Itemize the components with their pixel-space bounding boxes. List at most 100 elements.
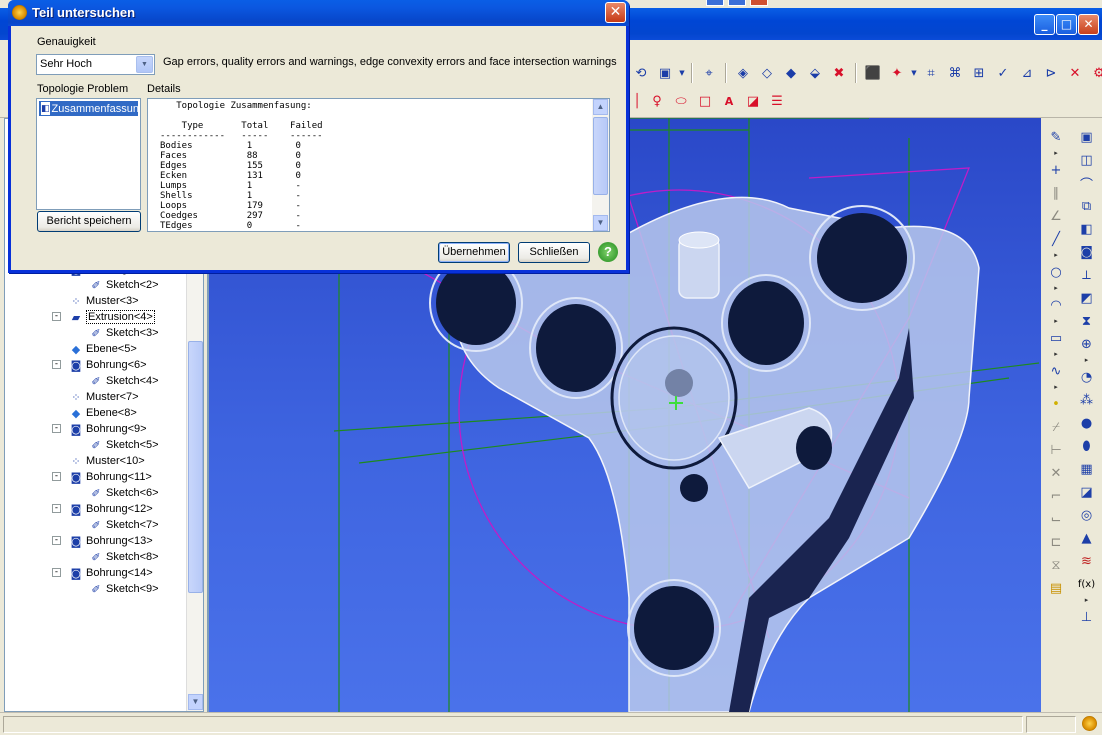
revolve-icon[interactable]: ◫ xyxy=(1076,149,1098,171)
hole-tool-icon[interactable]: ◙ xyxy=(1076,241,1098,263)
tree-item[interactable]: ◙ Bohrung<9> xyxy=(69,421,147,437)
line-style-icon[interactable]: ☰ xyxy=(766,90,788,112)
plus-icon[interactable]: + xyxy=(1045,159,1067,181)
tree-collapse-toggle[interactable]: - xyxy=(52,472,61,481)
tree-item[interactable]: ◙ Bohrung<11> xyxy=(69,469,152,485)
arc-icon[interactable]: ◠ xyxy=(1045,294,1067,316)
tree-item[interactable]: ◆ Ebene<8> xyxy=(69,405,137,421)
fill-icon[interactable]: ◪ xyxy=(742,90,764,112)
view-normal-icon[interactable]: ✖ xyxy=(828,62,850,84)
tree-item[interactable]: ✐ Sketch<8> xyxy=(89,549,158,565)
dimension-icon[interactable]: ⊢ xyxy=(1045,439,1067,461)
sketch-pin-icon[interactable]: ♀ xyxy=(646,90,668,112)
chamfer-icon[interactable]: ⌙ xyxy=(1045,508,1067,530)
cone-icon[interactable]: ▲ xyxy=(1076,527,1098,549)
topology-problem-list[interactable]: ◧ Zusammenfassun xyxy=(36,98,141,210)
tree-item[interactable]: ⁘ Muster<10> xyxy=(69,453,144,469)
cross-icon[interactable]: ✕ xyxy=(1045,462,1067,484)
details-textbox[interactable]: Topologie Zusammenfasung: Type Total Fai… xyxy=(147,98,610,232)
expand-arrow-icon[interactable]: ▸ xyxy=(1054,383,1058,392)
tree-collapse-toggle[interactable]: - xyxy=(52,536,61,545)
list-item[interactable]: ◧ Zusammenfassun xyxy=(39,101,138,116)
tree-item[interactable]: ✐ Sketch<3> xyxy=(89,325,158,341)
loft-icon[interactable]: ⧉ xyxy=(1076,195,1098,217)
tree-collapse-toggle[interactable]: - xyxy=(52,424,61,433)
rectangle-tool-icon[interactable]: ▭ xyxy=(1045,327,1067,349)
view-iso-icon[interactable]: ⬙ xyxy=(804,62,826,84)
spline-icon[interactable]: ∿ xyxy=(1045,360,1067,382)
dialog-close-button[interactable]: ✕ xyxy=(605,2,626,23)
chevron-down-icon[interactable]: ▼ xyxy=(136,56,153,73)
fillet-feature-icon[interactable]: ◔ xyxy=(1076,366,1098,388)
tree-item[interactable]: ✐ Sketch<9> xyxy=(89,581,158,597)
shell-icon[interactable]: ◧ xyxy=(1076,218,1098,240)
save-report-button[interactable]: Bericht speichern xyxy=(37,211,141,232)
tree-item[interactable]: ✐ Sketch<2> xyxy=(89,277,158,293)
minimize-button[interactable]: _ xyxy=(1034,14,1055,35)
fillet-icon[interactable]: ⌐ xyxy=(1045,485,1067,507)
scroll-down-arrow-icon[interactable]: ▼ xyxy=(593,215,608,231)
tree-item[interactable]: ◙ Bohrung<13> xyxy=(69,533,153,549)
section-icon[interactable]: ⌘ xyxy=(944,62,966,84)
tree-item[interactable]: ⁘ Muster<3> xyxy=(69,293,138,309)
wedge-icon[interactable]: ◪ xyxy=(1076,481,1098,503)
tree-collapse-toggle[interactable]: - xyxy=(52,312,61,321)
background-minimize-button[interactable] xyxy=(706,0,724,6)
draft-icon[interactable]: ◩ xyxy=(1076,287,1098,309)
edge-icon[interactable]: ⊿ xyxy=(1016,62,1038,84)
boolean-icon[interactable]: ⊕ xyxy=(1076,333,1098,355)
cylinder-icon[interactable]: ⬮ xyxy=(1076,435,1098,457)
angle-icon[interactable]: ∠ xyxy=(1045,205,1067,227)
analyze-icon[interactable]: ⊞ xyxy=(968,62,990,84)
fit-view-icon[interactable]: ⌖ xyxy=(698,62,720,84)
tree-item[interactable]: ⁘ Muster<7> xyxy=(69,389,138,405)
tree-collapse-toggle[interactable]: - xyxy=(52,360,61,369)
expand-arrow-icon[interactable]: ▸ xyxy=(1054,251,1058,260)
expand-arrow-icon[interactable]: ▸ xyxy=(1054,284,1058,293)
details-scrollbar[interactable]: ▲ ▼ xyxy=(592,99,609,231)
expand-arrow-icon[interactable]: ▸ xyxy=(1054,149,1058,158)
text-icon[interactable]: A xyxy=(718,90,740,112)
dropdown-arrow-icon[interactable]: ▼ xyxy=(910,62,918,84)
apply-button[interactable]: Übernehmen xyxy=(438,242,510,263)
function-icon[interactable]: f(x) xyxy=(1076,573,1098,595)
select-icon[interactable]: ⊳ xyxy=(1040,62,1062,84)
accuracy-dropdown[interactable]: Sehr Hoch ▼ xyxy=(36,54,155,75)
expand-arrow-icon[interactable]: ▸ xyxy=(1085,596,1089,605)
point-icon[interactable]: • xyxy=(1045,393,1067,415)
scroll-down-arrow-icon[interactable]: ▼ xyxy=(188,694,203,710)
box-icon[interactable]: ▦ xyxy=(1076,458,1098,480)
render-mode-icon[interactable]: ▣ xyxy=(654,62,676,84)
trim-icon[interactable]: ⌿ xyxy=(1045,416,1067,438)
dropdown-arrow-icon[interactable]: ▼ xyxy=(678,62,686,84)
help-icon[interactable]: ? xyxy=(598,242,618,262)
measure-icon[interactable]: ⌗ xyxy=(920,62,942,84)
sketch-pencil-icon[interactable]: ✎ xyxy=(1045,126,1067,148)
tree-collapse-toggle[interactable]: - xyxy=(52,504,61,513)
line-icon[interactable]: ╱ xyxy=(1045,228,1067,250)
tree-item[interactable]: ▰ Extrusion<4> xyxy=(69,309,155,325)
mirror-icon[interactable]: ⧖ xyxy=(1045,554,1067,576)
measure-tool-icon[interactable]: ⊥ xyxy=(1076,606,1098,628)
extrude-icon[interactable]: ▣ xyxy=(1076,126,1098,148)
shaded-cube-icon[interactable]: ⬛ xyxy=(862,62,884,84)
dialog-title-bar[interactable]: Teil untersuchen ✕ xyxy=(8,0,629,26)
tree-item[interactable]: ◆ Ebene<5> xyxy=(69,341,137,357)
background-close-button[interactable] xyxy=(750,0,768,6)
tree-item[interactable]: ✐ Sketch<5> xyxy=(89,437,158,453)
appearance-icon[interactable]: ✦ xyxy=(886,62,908,84)
pattern-feature-icon[interactable]: ⁂ xyxy=(1076,389,1098,411)
close-button[interactable]: ✕ xyxy=(1078,14,1099,35)
offset-icon[interactable]: ⊏ xyxy=(1045,531,1067,553)
tree-item[interactable]: ◙ Bohrung<14> xyxy=(69,565,153,581)
rib-icon[interactable]: ⟂ xyxy=(1076,264,1098,286)
tree-item[interactable]: ✐ Sketch<4> xyxy=(89,373,158,389)
torus-icon[interactable]: ◎ xyxy=(1076,504,1098,526)
expand-arrow-icon[interactable]: ▸ xyxy=(1054,350,1058,359)
close-dialog-button[interactable]: Schließen xyxy=(518,242,590,263)
parallel-lines-icon[interactable]: ∥ xyxy=(1045,182,1067,204)
background-maximize-button[interactable] xyxy=(728,0,746,6)
thread-icon[interactable]: ⧗ xyxy=(1076,310,1098,332)
sweep-icon[interactable]: ⌒ xyxy=(1076,172,1098,194)
maximize-button[interactable]: □ xyxy=(1056,14,1077,35)
